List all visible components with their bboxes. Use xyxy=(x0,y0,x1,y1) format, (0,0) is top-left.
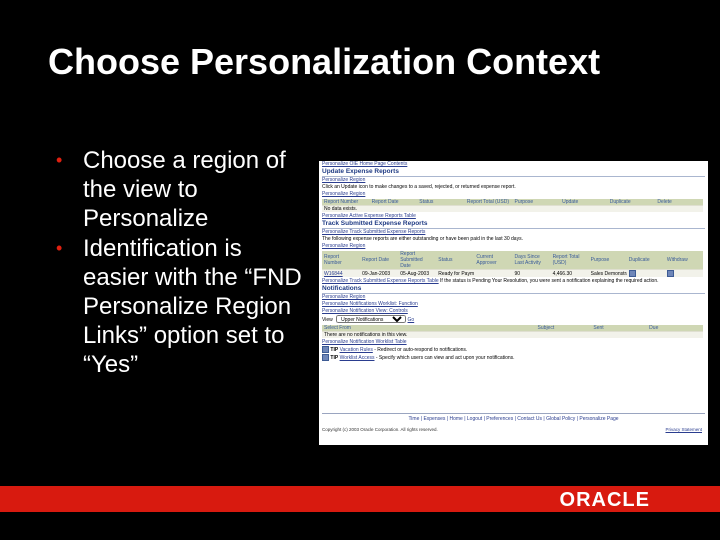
go-button[interactable]: Go xyxy=(408,317,415,323)
footer-links[interactable]: Time | Expenses | Home | Logout | Prefer… xyxy=(319,416,708,423)
privacy-statement-link[interactable]: Privacy Statement xyxy=(665,426,702,433)
bullet-text: Choose a region of the view to Personali… xyxy=(83,147,286,232)
notifications-view-row: View Upper Notifications Go xyxy=(322,315,705,324)
track-personalize-link[interactable]: Personalize Track Submitted Expense Repo… xyxy=(322,229,705,236)
report-number-link[interactable]: W16844 xyxy=(322,269,361,277)
column-header: Current Approver xyxy=(474,251,513,270)
column-header: Status xyxy=(436,251,475,270)
table-cell: 09-Jan-2003 xyxy=(360,269,399,277)
bullet-item: • Choose a region of the view to Persona… xyxy=(56,146,311,233)
duplicate-icon[interactable] xyxy=(628,270,636,277)
table-cell: Sales Demonstration ... xyxy=(588,269,627,277)
track-note: The following expense reports are either… xyxy=(322,236,523,242)
bullet-dot-icon: • xyxy=(56,238,63,258)
notifications-table: Select From Subject Sent Due There are n… xyxy=(322,325,703,338)
column-header: Report Total (USD) xyxy=(550,251,589,270)
update-note: Click an Update icon to make changes to … xyxy=(322,184,516,190)
update-section-header: Update Expense Reports xyxy=(322,168,705,177)
view-select[interactable]: Upper Notifications xyxy=(336,315,407,323)
tip-row: TIP Worklist Access - Specify which user… xyxy=(322,353,705,362)
table-cell: 05-Aug-2003 xyxy=(398,269,437,277)
column-header: Report Date xyxy=(360,251,399,270)
notifications-section-header: Notifications xyxy=(322,285,705,294)
table-cell: 90 xyxy=(512,269,551,277)
column-header: Withdraw xyxy=(664,251,703,270)
tip-label: TIP xyxy=(330,346,339,353)
tip-row: TIP Vacation Rules - Redirect or auto-re… xyxy=(322,346,705,354)
tip-text: - Redirect or auto-respond to notificati… xyxy=(374,346,468,353)
track-section-header: Track Submitted Expense Reports xyxy=(322,220,705,229)
notifications-worklist-link[interactable]: Personalize Notifications Worklist: Func… xyxy=(322,301,705,308)
table-cell: Ready for Payment xyxy=(436,269,475,277)
column-header: Report Number xyxy=(322,251,361,270)
tip-icon xyxy=(322,353,329,361)
withdraw-icon[interactable] xyxy=(666,270,674,277)
tip-icon xyxy=(322,346,329,353)
column-header: Report Total (USD) xyxy=(464,199,513,206)
bullet-dot-icon: • xyxy=(56,150,63,170)
footer-divider xyxy=(322,413,705,414)
notifications-table-personalize-link[interactable]: Personalize Notification Worklist Table xyxy=(322,339,705,346)
vacation-rules-link[interactable]: Vacation Rules xyxy=(340,347,373,353)
notifications-personalize-region-link[interactable]: Personalize Region xyxy=(322,294,705,301)
oie-home-personalize-link[interactable]: Personalize OIE Home Page Contents xyxy=(322,161,705,168)
column-header: Duplicate xyxy=(626,251,665,270)
track-table-tip-row: Personalize Track Submitted Expense Repo… xyxy=(322,278,705,285)
empty-table-message: There are no notifications in this view. xyxy=(322,331,703,338)
column-header: Days Since Last Activity xyxy=(512,251,551,270)
bullet-text: Identification is easier with the “FND P… xyxy=(83,235,302,378)
column-header: Report Submitted Date xyxy=(398,251,437,270)
column-header: Purpose xyxy=(588,251,627,270)
duplicate-cell[interactable] xyxy=(626,269,665,277)
update-personalize-region-link[interactable]: Personalize Region xyxy=(322,177,705,184)
notifications-view-controls-link[interactable]: Personalize Notification View: Controls xyxy=(322,308,705,315)
worklist-access-link[interactable]: Worklist Access xyxy=(340,355,375,361)
embedded-screenshot: Personalize OIE Home Page Contents Updat… xyxy=(319,161,708,445)
track-tip-text: If the status is Pending Your Resolution… xyxy=(440,278,659,284)
oracle-logo: ORACLE xyxy=(559,489,650,511)
tip-label: TIP xyxy=(330,354,339,361)
bullet-list: • Choose a region of the view to Persona… xyxy=(56,146,311,380)
update-personalize-region-link-2[interactable]: Personalize Region xyxy=(322,191,705,198)
bullet-item: • Identification is easier with the “FND… xyxy=(56,234,311,379)
table-cell xyxy=(474,269,513,277)
track-table-personalize-link[interactable]: Personalize Track Submitted Expense Repo… xyxy=(322,278,439,284)
track-expense-table: Report Number Report Date Report Submitt… xyxy=(322,251,703,277)
slide-title: Choose Personalization Context xyxy=(48,41,601,82)
tip-text: - Specify which users can view and act u… xyxy=(375,354,515,361)
update-expense-table: Report Number Report Date Status Report … xyxy=(322,199,703,212)
table-cell: 4,466.30 xyxy=(550,269,589,277)
track-personalize-region-link[interactable]: Personalize Region xyxy=(322,243,705,250)
view-label: View xyxy=(322,317,333,323)
empty-table-message: No data exists. xyxy=(322,205,703,212)
copyright-text: Copyright (c) 2003 Oracle Corporation. A… xyxy=(322,427,438,432)
withdraw-cell[interactable] xyxy=(664,269,703,277)
update-table-personalize-link[interactable]: Personalize Active Expense Reports Table xyxy=(322,213,705,220)
table-row: W16844 09-Jan-2003 05-Aug-2003 Ready for… xyxy=(322,269,703,277)
